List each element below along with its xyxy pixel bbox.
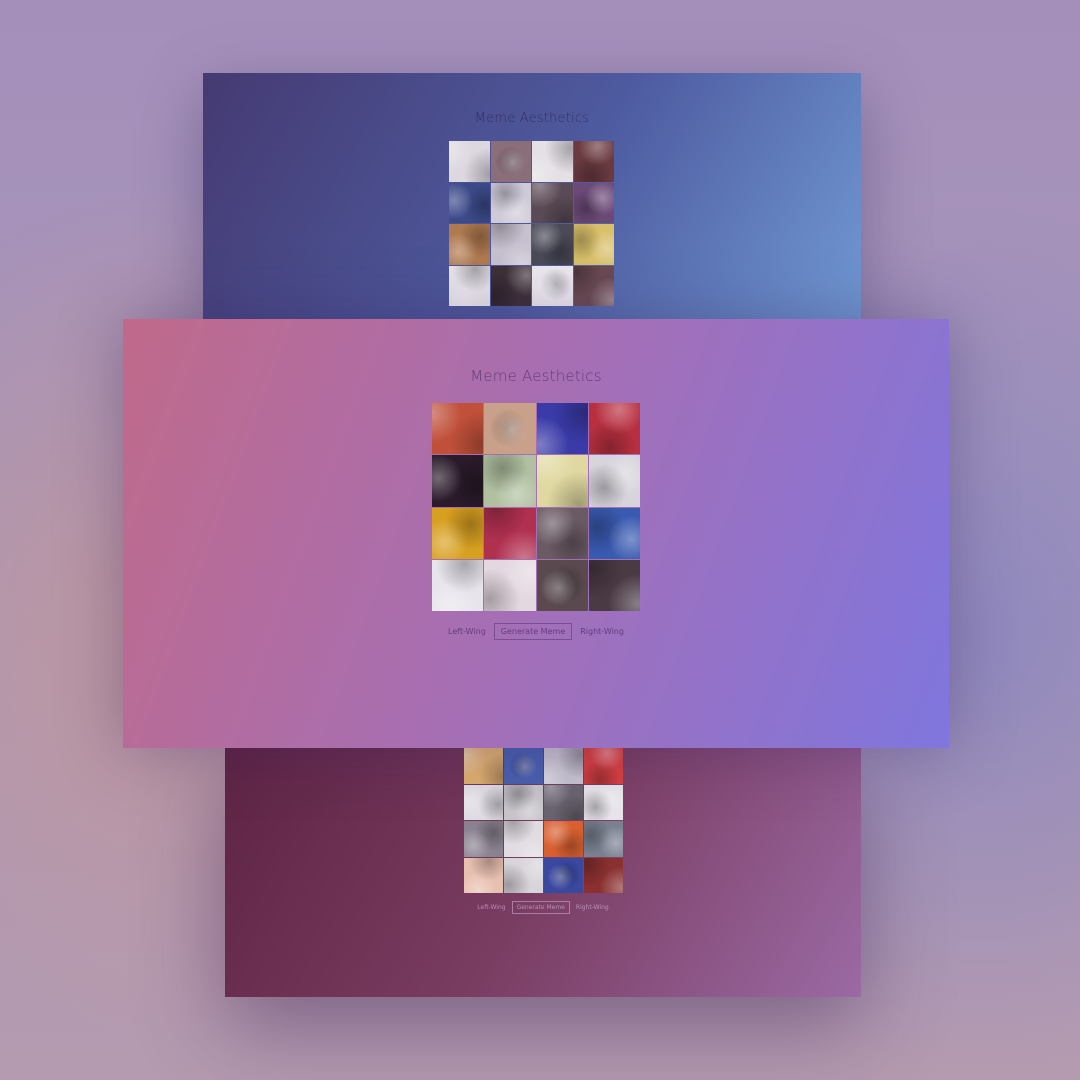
main-panel: Meme Aesthetics Left-Wing Generate Meme … <box>123 319 949 748</box>
meme-image-tile <box>504 784 543 820</box>
meme-image-tile <box>449 141 490 182</box>
meme-image-tile <box>536 455 588 507</box>
meme-image-tile <box>532 141 573 182</box>
meme-image-tile <box>490 182 531 223</box>
meme-image-tile <box>536 507 588 559</box>
background-panel-bottom: Left-Wing Generate Meme Right-Wing <box>225 748 861 997</box>
meme-image-tile <box>504 821 543 857</box>
meme-image-tile <box>490 265 531 306</box>
right-wing-link[interactable]: Right-Wing <box>580 627 624 636</box>
meme-image-tile <box>573 141 614 182</box>
meme-image-tile <box>484 559 536 611</box>
meme-image-tile <box>464 748 503 784</box>
meme-image-tile <box>544 821 583 857</box>
meme-image-tile <box>588 455 640 507</box>
meme-image-tile <box>484 455 536 507</box>
meme-image-tile <box>544 784 583 820</box>
meme-image-tile <box>484 403 536 455</box>
right-wing-link[interactable]: Right-Wing <box>576 904 609 911</box>
meme-image-tile <box>532 224 573 265</box>
meme-image-tile <box>573 224 614 265</box>
meme-image-tile <box>536 403 588 455</box>
meme-image-tile <box>432 455 484 507</box>
meme-image-tile <box>544 748 583 784</box>
meme-image-tile <box>504 748 543 784</box>
meme-image-tile <box>573 265 614 306</box>
controls-main: Left-Wing Generate Meme Right-Wing <box>123 623 949 640</box>
meme-image-tile <box>449 182 490 223</box>
meme-grid-main <box>432 403 640 611</box>
meme-image-tile <box>432 507 484 559</box>
meme-image-tile <box>584 857 623 893</box>
meme-grid-top <box>449 141 614 306</box>
generate-meme-button[interactable]: Generate Meme <box>493 623 573 640</box>
meme-image-tile <box>432 559 484 611</box>
meme-image-tile <box>584 784 623 820</box>
meme-image-tile <box>544 857 583 893</box>
meme-image-tile <box>464 857 503 893</box>
meme-image-tile <box>588 403 640 455</box>
meme-grid-bottom <box>464 748 623 893</box>
meme-image-tile <box>449 265 490 306</box>
meme-image-tile <box>536 559 588 611</box>
meme-image-tile <box>588 507 640 559</box>
left-wing-link[interactable]: Left-Wing <box>477 904 505 911</box>
meme-image-tile <box>432 403 484 455</box>
meme-image-tile <box>573 182 614 223</box>
generate-meme-button[interactable]: Generate Meme <box>511 901 570 914</box>
controls-bottom: Left-Wing Generate Meme Right-Wing <box>225 901 861 914</box>
background-panel-top: Meme Aesthetics <box>203 73 861 319</box>
meme-image-tile <box>449 224 490 265</box>
meme-image-tile <box>584 821 623 857</box>
meme-image-tile <box>484 507 536 559</box>
meme-image-tile <box>490 141 531 182</box>
meme-image-tile <box>464 784 503 820</box>
meme-image-tile <box>490 224 531 265</box>
page-title: Meme Aesthetics <box>470 367 602 385</box>
left-wing-link[interactable]: Left-Wing <box>448 627 486 636</box>
meme-image-tile <box>584 748 623 784</box>
meme-image-tile <box>532 265 573 306</box>
meme-image-tile <box>504 857 543 893</box>
meme-image-tile <box>588 559 640 611</box>
meme-image-tile <box>532 182 573 223</box>
meme-image-tile <box>464 821 503 857</box>
page-title: Meme Aesthetics <box>474 111 590 126</box>
